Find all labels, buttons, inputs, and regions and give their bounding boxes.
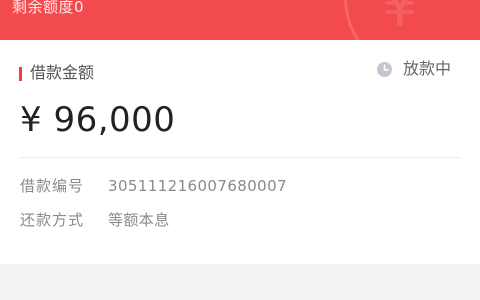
loan-detail-screen: ¥ 剩余额度0 借款金额 放款中 ¥ 96,000 借款编号 305111216… — [0, 0, 480, 300]
banner-decoration-glyph: ¥ — [382, 0, 418, 40]
section-accent-bar — [19, 67, 22, 81]
loan-number-label: 借款编号 — [20, 177, 85, 195]
repayment-method-label: 还款方式 — [20, 211, 85, 229]
loan-number-row: 借款编号 305111216007680007 — [20, 176, 287, 196]
loan-number-value: 305111216007680007 — [108, 177, 287, 195]
header-banner: ¥ 剩余额度0 — [0, 0, 480, 40]
status-text: 放款中 — [403, 59, 452, 78]
repayment-method-row: 还款方式 等额本息 — [20, 210, 170, 230]
repayment-method-value: 等额本息 — [108, 211, 170, 229]
remaining-credit-text: 剩余额度0 — [12, 0, 85, 16]
divider — [19, 157, 461, 158]
loan-amount-label: 借款金额 — [30, 63, 95, 82]
loan-amount-value: ¥ 96,000 — [20, 100, 176, 140]
clock-icon — [377, 61, 392, 77]
loan-status: 放款中 — [376, 58, 451, 80]
